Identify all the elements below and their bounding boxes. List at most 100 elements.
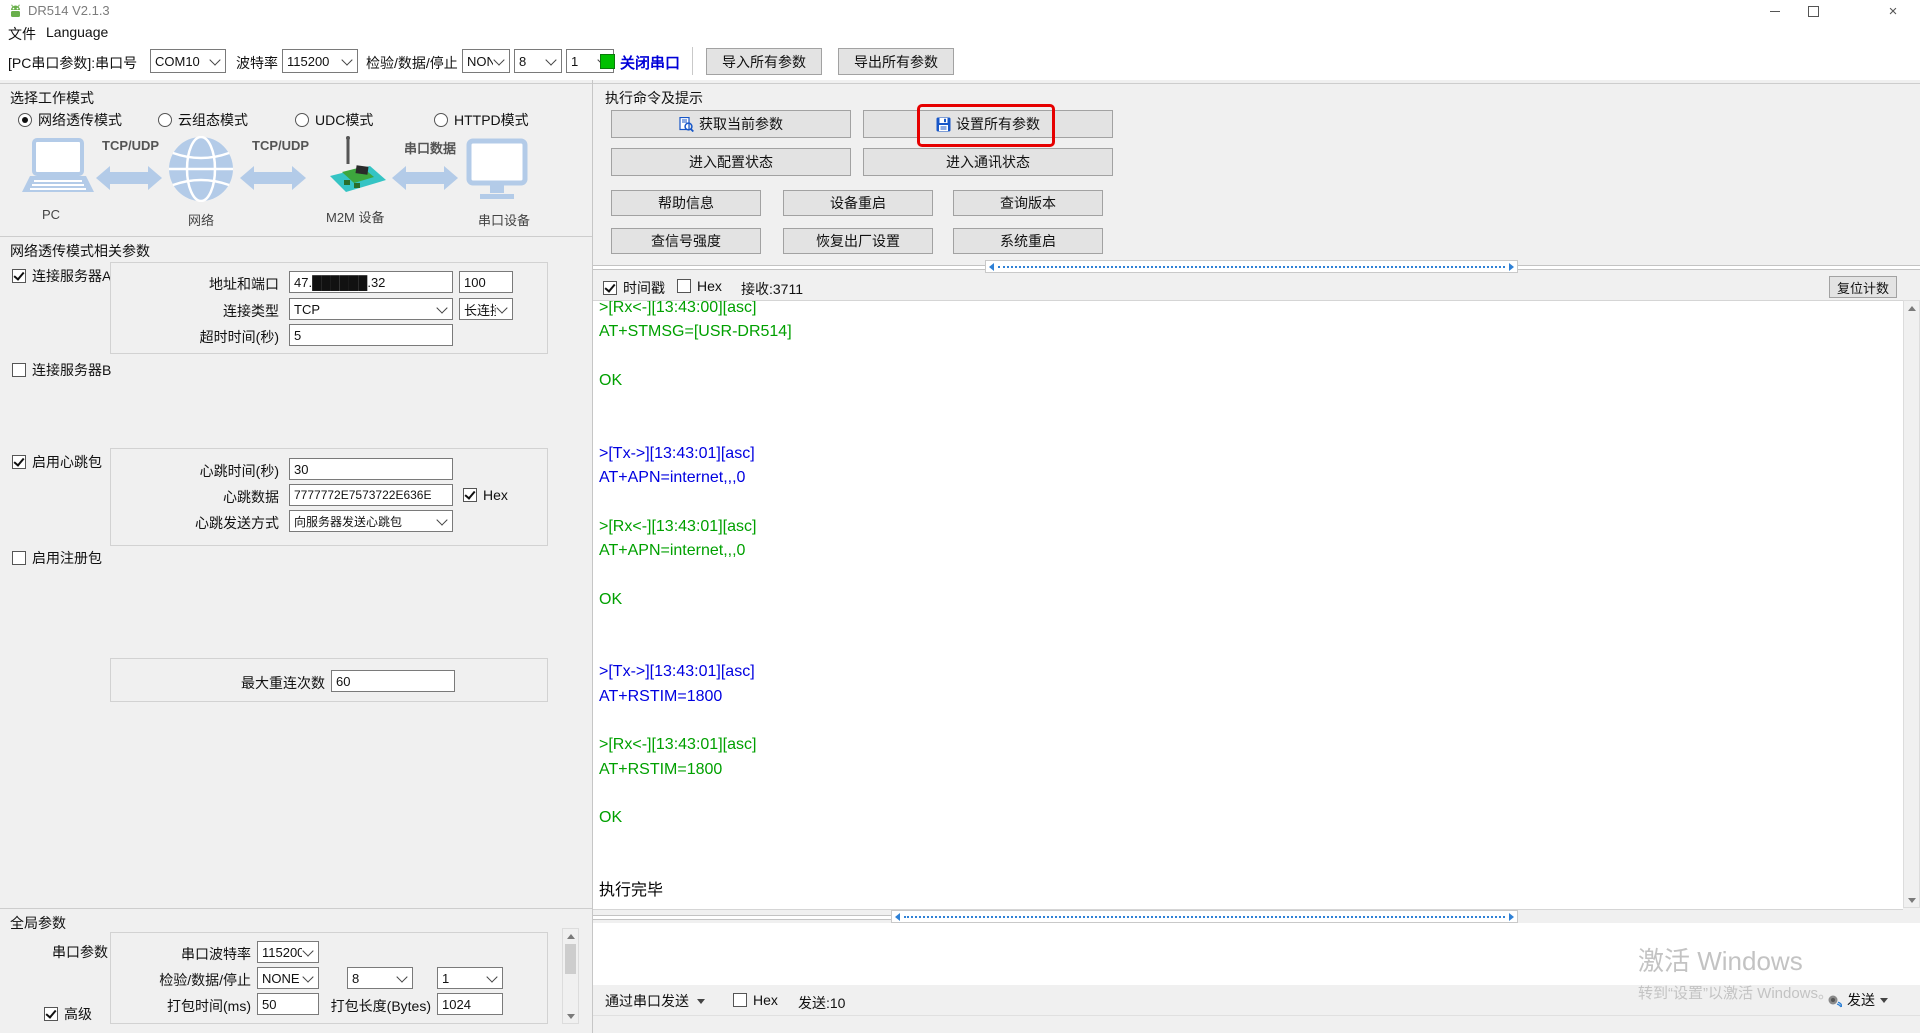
gp-baud-select[interactable]: 115200 xyxy=(257,941,319,963)
gp-stopbits-select[interactable]: 1 xyxy=(437,967,503,989)
mode-radio-cloud[interactable]: 云组态模式 xyxy=(158,110,248,130)
server-a-group: 地址和端口 47.██████.32 100 连接类型 TCP 长连接 超时时间… xyxy=(110,262,548,354)
pack-len-input[interactable]: 1024 xyxy=(437,993,503,1015)
log-header: 时间戳 Hex 接收:3711 复位计数 xyxy=(593,274,1920,300)
server-b-label: 连接服务器B xyxy=(32,360,111,380)
chevron-down-icon xyxy=(396,971,407,982)
help-info-button[interactable]: 帮助信息 xyxy=(611,190,761,216)
query-version-button[interactable]: 查询版本 xyxy=(953,190,1103,216)
send-hex-checkbox[interactable]: Hex xyxy=(733,992,778,1008)
reconnect-label: 最大重连次数 xyxy=(241,673,325,693)
enter-config-state-button[interactable]: 进入配置状态 xyxy=(611,148,851,176)
maximize-button[interactable] xyxy=(1796,0,1830,22)
checkbox-icon xyxy=(12,363,26,377)
close-port-button[interactable]: 关闭串口 xyxy=(620,52,680,73)
server-b-checkbox[interactable]: 连接服务器B xyxy=(12,360,111,380)
minimize-button[interactable] xyxy=(1758,0,1792,22)
send-button-label: 发送 xyxy=(1847,990,1875,1010)
device-restart-button[interactable]: 设备重启 xyxy=(783,190,933,216)
checkbox-icon xyxy=(677,279,691,293)
log-scrollbar[interactable] xyxy=(1903,300,1920,908)
timeout-input[interactable]: 5 xyxy=(289,324,453,346)
mode-radio-transparent[interactable]: 网络透传模式 xyxy=(18,110,122,130)
get-current-params-button[interactable]: 获取当前参数 xyxy=(611,110,851,138)
recv-count: 接收:3711 xyxy=(741,279,803,299)
hb-hex-label: Hex xyxy=(483,487,508,503)
menu-file[interactable]: 文件 xyxy=(8,24,36,44)
chevron-down-icon xyxy=(436,302,447,313)
pc-laptop-icon xyxy=(20,138,96,202)
log-line xyxy=(593,417,1903,441)
mode-radio-udc[interactable]: UDC模式 xyxy=(295,110,373,130)
register-checkbox[interactable]: 启用注册包 xyxy=(12,548,102,568)
send-via-dropdown[interactable]: 通过串口发送 xyxy=(605,991,705,1011)
parity-data-stop-label: 检验/数据/停止 xyxy=(366,53,458,73)
scroll-up-icon[interactable] xyxy=(563,929,578,943)
timestamp-checkbox[interactable]: 时间戳 xyxy=(603,278,665,298)
toolbar-separator xyxy=(692,47,693,75)
gp-parity-select[interactable]: NONE xyxy=(257,967,319,989)
com-port-select[interactable]: COM10 xyxy=(150,49,226,73)
scroll-down-icon[interactable] xyxy=(1904,893,1919,907)
arrow-left-right-icon xyxy=(392,164,458,192)
gp-baud-label: 串口波特率 xyxy=(181,944,251,964)
arrow-left-right-icon xyxy=(96,164,162,192)
hb-mode-select[interactable]: 向服务器发送心跳包 xyxy=(289,510,453,532)
log-line: AT+APN=internet,,,0 xyxy=(593,539,1903,563)
serial-device-label: 串口设备 xyxy=(478,210,530,229)
parity-select[interactable]: NONI xyxy=(462,49,510,73)
hb-data-label: 心跳数据 xyxy=(223,487,279,507)
mode-label: 云组态模式 xyxy=(178,110,248,130)
reset-counter-button[interactable]: 复位计数 xyxy=(1829,276,1897,298)
mode-radio-httpd[interactable]: HTTPD模式 xyxy=(434,110,529,130)
server-a-address-input[interactable]: 47.██████.32 xyxy=(289,271,453,293)
slider-right-arrow-icon[interactable] xyxy=(1509,913,1514,921)
import-params-button[interactable]: 导入所有参数 xyxy=(706,48,822,75)
reconnect-input[interactable]: 60 xyxy=(331,670,455,692)
enter-comm-state-button[interactable]: 进入通讯状态 xyxy=(863,148,1113,176)
scroll-down-icon[interactable] xyxy=(563,1009,578,1023)
hb-time-input[interactable]: 30 xyxy=(289,458,453,480)
left-panel-scrollbar[interactable] xyxy=(562,928,579,1024)
close-button[interactable]: × xyxy=(1876,0,1910,22)
server-a-port-input[interactable]: 100 xyxy=(459,271,513,293)
conn-mode-select[interactable]: 长连接 xyxy=(459,298,513,320)
send-input-area[interactable] xyxy=(593,923,1920,986)
conn-type-select[interactable]: TCP xyxy=(289,298,453,320)
gp-databits-select[interactable]: 8 xyxy=(347,967,413,989)
advanced-label: 高级 xyxy=(64,1004,92,1024)
log-line xyxy=(593,345,1903,369)
horizontal-slider-top[interactable] xyxy=(985,260,1518,273)
export-params-button[interactable]: 导出所有参数 xyxy=(838,48,954,75)
databits-select[interactable]: 8 xyxy=(514,49,562,73)
log-area[interactable]: >[Rx<-][13:43:00][asc]AT+STMSG=[USR-DR51… xyxy=(593,300,1903,910)
hb-data-input[interactable]: 7777772E7573722E636E xyxy=(289,484,453,506)
hb-hex-checkbox[interactable]: Hex xyxy=(463,487,508,503)
baud-label: 波特率 xyxy=(236,53,278,73)
factory-reset-button[interactable]: 恢复出厂设置 xyxy=(783,228,933,254)
log-line xyxy=(593,709,1903,733)
port-open-indicator-icon xyxy=(600,54,615,69)
query-signal-button[interactable]: 查信号强度 xyxy=(611,228,761,254)
heartbeat-checkbox[interactable]: 启用心跳包 xyxy=(12,452,102,472)
server-a-checkbox[interactable]: 连接服务器A xyxy=(12,266,111,286)
menu-language[interactable]: Language xyxy=(46,24,108,40)
horizontal-slider-bottom[interactable] xyxy=(891,910,1518,923)
chevron-down-icon xyxy=(496,302,507,313)
advanced-checkbox[interactable]: 高级 xyxy=(44,1004,92,1024)
link2-label: TCP/UDP xyxy=(252,138,309,153)
slider-right-arrow-icon[interactable] xyxy=(1509,263,1514,271)
global-params-title: 全局参数 xyxy=(10,913,66,933)
network-label: 网络 xyxy=(188,210,214,229)
system-restart-button[interactable]: 系统重启 xyxy=(953,228,1103,254)
send-button[interactable]: 发送 xyxy=(1827,990,1888,1010)
register-label: 启用注册包 xyxy=(32,548,102,568)
scrollbar-thumb[interactable] xyxy=(565,944,576,974)
log-hex-checkbox[interactable]: Hex xyxy=(677,278,722,294)
pack-time-input[interactable]: 50 xyxy=(257,993,319,1015)
slider-left-arrow-icon[interactable] xyxy=(895,913,900,921)
baud-select[interactable]: 115200 xyxy=(282,49,358,73)
app-icon xyxy=(8,4,23,19)
slider-left-arrow-icon[interactable] xyxy=(989,263,994,271)
scroll-up-icon[interactable] xyxy=(1904,301,1919,315)
